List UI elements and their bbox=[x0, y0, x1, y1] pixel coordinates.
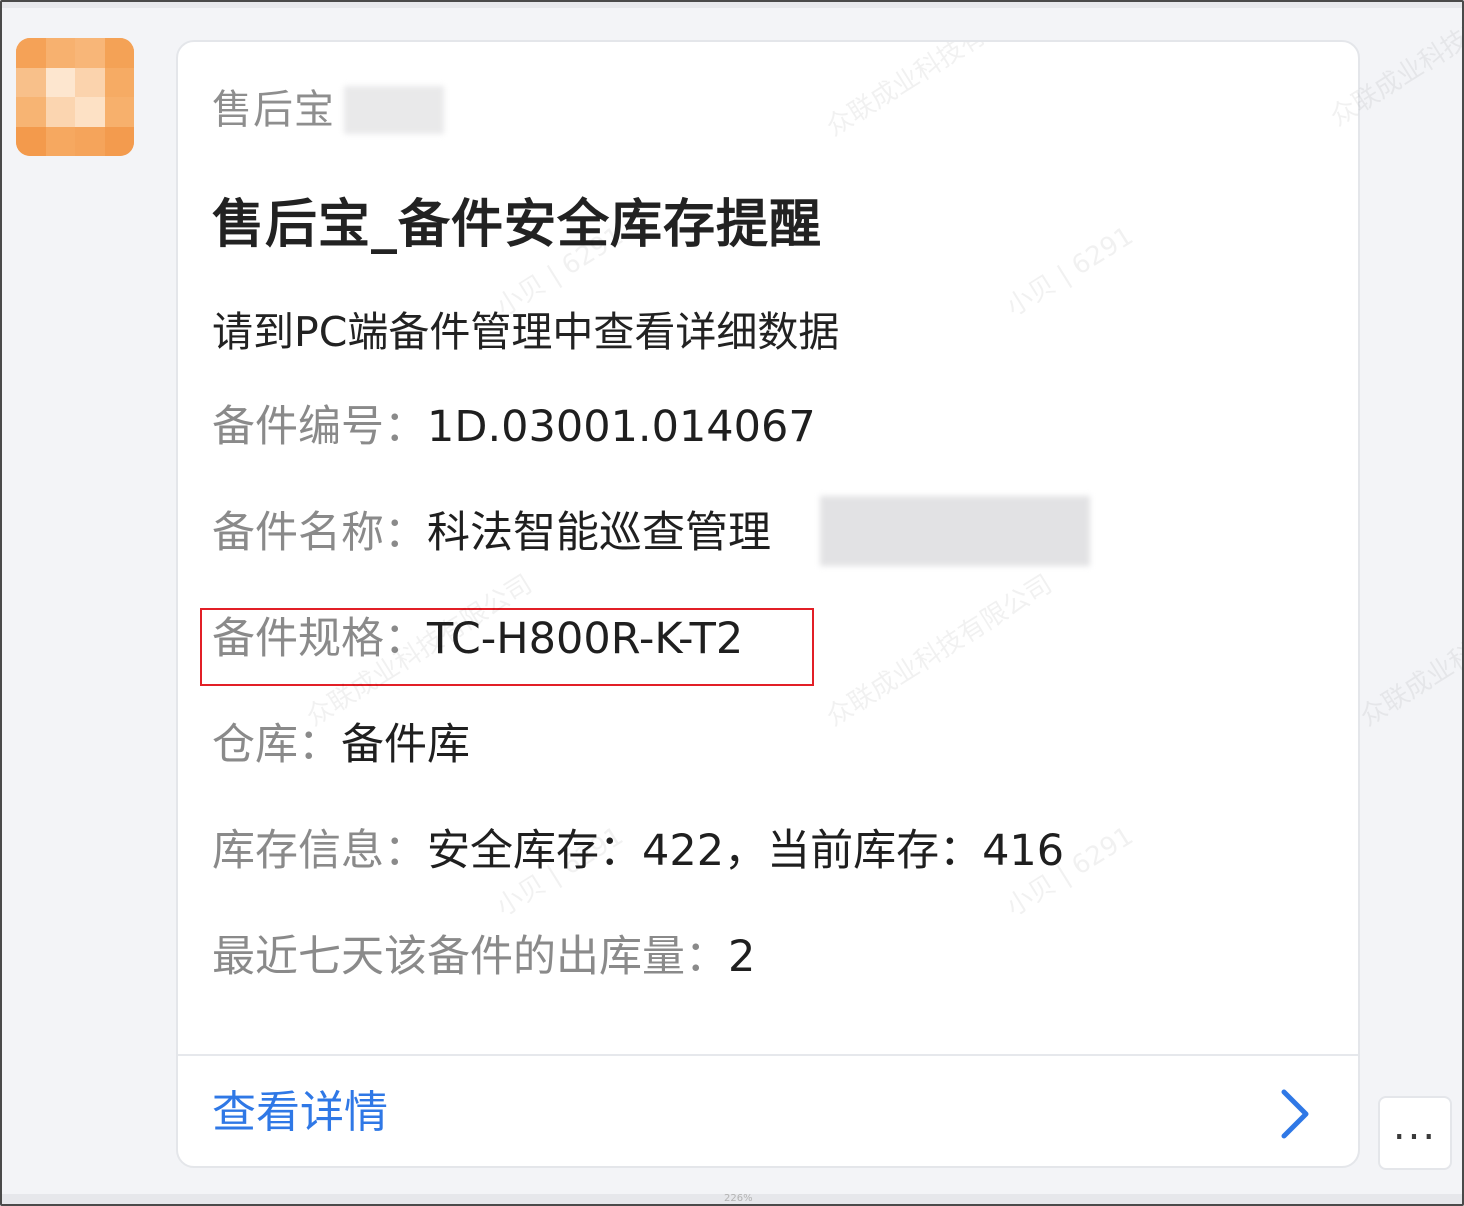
card-divider bbox=[178, 1054, 1358, 1056]
field-part-number: 备件编号：1D.03001.014067 bbox=[212, 398, 816, 456]
top-bar bbox=[2, 2, 1462, 8]
avatar[interactable] bbox=[16, 38, 134, 156]
sender-name: 售后宝 bbox=[212, 87, 335, 133]
field-label: 库存信息： bbox=[212, 826, 427, 876]
more-icon: ... bbox=[1392, 1103, 1438, 1149]
zoom-level: 226% bbox=[724, 1193, 753, 1204]
field-warehouse: 仓库：备件库 bbox=[212, 716, 470, 774]
card-subtitle: 请到PC端备件管理中查看详细数据 bbox=[212, 308, 840, 356]
watermark: 众联成业科技有限公司 bbox=[821, 569, 1058, 733]
field-part-name: 备件名称：科法智能巡查管理 bbox=[212, 504, 771, 562]
field-weekly-outbound: 最近七天该备件的出库量：2 bbox=[212, 928, 755, 986]
watermark: 众联成业科技有限公司 bbox=[1355, 569, 1464, 733]
field-label: 备件编号： bbox=[212, 402, 427, 452]
field-label: 备件名称： bbox=[212, 508, 427, 558]
field-label: 最近七天该备件的出库量： bbox=[212, 932, 728, 982]
field-value: 安全库存：422，当前库存：416 bbox=[427, 826, 1065, 876]
chevron-right-icon[interactable] bbox=[1274, 1086, 1314, 1142]
card-title: 售后宝_备件安全库存提醒 bbox=[212, 195, 823, 255]
field-value: 1D.03001.014067 bbox=[427, 402, 816, 452]
field-label: 仓库： bbox=[212, 720, 341, 770]
chat-window: 售后宝 售后宝_备件安全库存提醒 请到PC端备件管理中查看详细数据 备件编号：1… bbox=[0, 0, 1464, 1206]
field-stock-info: 库存信息：安全库存：422，当前库存：416 bbox=[212, 822, 1064, 880]
watermark: 众联成业科技有限公司 bbox=[821, 40, 1058, 143]
message-card[interactable]: 售后宝 售后宝_备件安全库存提醒 请到PC端备件管理中查看详细数据 备件编号：1… bbox=[176, 40, 1360, 1168]
field-value: 备件库 bbox=[341, 720, 470, 770]
field-value: 2 bbox=[728, 932, 756, 982]
more-button[interactable]: ... bbox=[1378, 1096, 1452, 1170]
field-value: 科法智能巡查管理 bbox=[427, 508, 771, 558]
highlight-box bbox=[200, 608, 814, 686]
redacted-sender-suffix bbox=[344, 86, 444, 134]
watermark: 小贝 | 6291 bbox=[1001, 221, 1139, 323]
view-details-link[interactable]: 查看详情 bbox=[212, 1084, 388, 1142]
redacted-part-name bbox=[820, 496, 1090, 566]
